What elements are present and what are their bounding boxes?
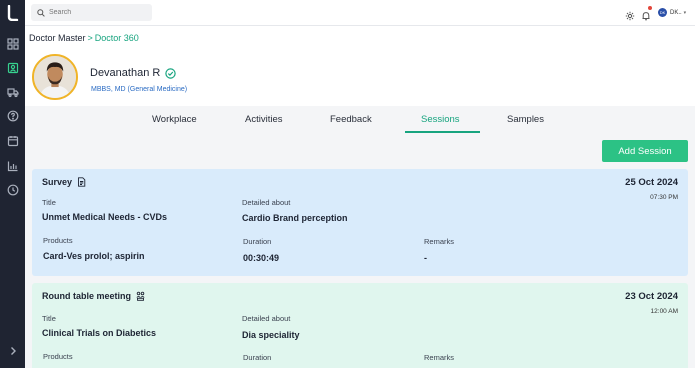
chart-icon[interactable] — [6, 159, 19, 172]
products-label: Products — [43, 236, 73, 245]
tab-bar: Workplace Activities Feedback Sessions S… — [25, 106, 695, 133]
session-remarks: - — [424, 253, 427, 263]
search-input[interactable] — [49, 9, 149, 16]
session-type-label: Survey — [42, 177, 73, 187]
search-icon — [37, 8, 45, 17]
session-detailed-about: Cardio Brand perception — [242, 213, 348, 223]
active-tab-indicator — [405, 131, 480, 133]
doctor-icon[interactable] — [6, 61, 19, 74]
session-time: 12:00 AM — [650, 308, 678, 315]
user-avatar: DK — [658, 8, 667, 17]
breadcrumb-separator: > — [87, 33, 93, 43]
session-date: 25 Oct 2024 — [625, 177, 678, 188]
add-session-button[interactable]: Add Session — [602, 140, 688, 162]
session-products: Card-Ves prolol; aspirin — [43, 251, 145, 261]
title-label: Title — [42, 198, 56, 207]
session-duration: 00:30:49 — [243, 253, 280, 263]
truck-icon[interactable] — [6, 85, 19, 98]
remarks-label: Remarks — [424, 237, 455, 246]
tab-samples[interactable]: Samples — [507, 114, 544, 125]
doctor-avatar — [32, 54, 78, 100]
top-bar: DK DK.. ▾ — [25, 0, 695, 26]
session-time: 07:30 PM — [650, 194, 678, 201]
user-menu[interactable]: DK DK.. ▾ — [658, 8, 686, 17]
doctor-name-row: Devanathan R — [90, 67, 177, 79]
session-type-label: Round table meeting — [42, 291, 132, 301]
tab-activities[interactable]: Activities — [245, 114, 282, 125]
document-icon — [78, 177, 86, 187]
session-card[interactable]: Round table meeting 23 Oct 2024 12:00 AM… — [32, 283, 688, 368]
session-type: Survey — [42, 177, 86, 187]
session-card[interactable]: Survey 25 Oct 2024 07:30 PM Title Unmet … — [32, 169, 688, 276]
breadcrumb-current: Doctor 360 — [94, 33, 139, 43]
dashboard-icon[interactable] — [6, 37, 19, 50]
search-box[interactable] — [31, 4, 152, 21]
verified-check-icon — [165, 67, 177, 79]
duration-label: Duration — [243, 237, 272, 246]
tab-sessions[interactable]: Sessions — [421, 114, 460, 125]
calendar-icon[interactable] — [6, 134, 19, 147]
session-title: Unmet Medical Needs - CVDs — [42, 212, 168, 222]
session-detailed-about: Dia speciality — [242, 330, 300, 340]
doctor-header: Doctor Master > Doctor 360 Devanathan R MB… — [25, 26, 695, 106]
session-type: Round table meeting — [42, 291, 145, 301]
session-title: Clinical Trials on Diabetics — [42, 328, 157, 338]
doctor-degree: MBBS, MD (General Medicine) — [91, 86, 188, 93]
duration-label: Duration — [243, 353, 272, 362]
session-date: 23 Oct 2024 — [625, 291, 678, 302]
title-label: Title — [42, 314, 56, 323]
chevron-right-icon[interactable] — [6, 344, 19, 357]
breadcrumb: Doctor Master > Doctor 360 — [29, 33, 139, 43]
user-name: DK.. — [670, 9, 682, 16]
tab-workplace[interactable]: Workplace — [152, 114, 197, 125]
products-label: Products — [43, 352, 73, 361]
meeting-icon — [136, 291, 145, 301]
sidebar — [0, 0, 25, 368]
notification-dot — [648, 6, 652, 10]
remarks-label: Remarks — [424, 353, 455, 362]
detailed-about-label: Detailed about — [242, 198, 291, 207]
tab-feedback[interactable]: Feedback — [330, 114, 372, 125]
settings-icon[interactable] — [625, 8, 635, 21]
logo-icon[interactable] — [5, 5, 20, 21]
doctor-name: Devanathan R — [90, 67, 161, 79]
breadcrumb-root[interactable]: Doctor Master — [29, 33, 86, 43]
clock-icon[interactable] — [6, 183, 19, 196]
notification-bell-icon[interactable] — [641, 6, 652, 21]
chevron-down-icon: ▾ — [683, 9, 687, 16]
help-icon[interactable] — [6, 109, 19, 122]
detailed-about-label: Detailed about — [242, 314, 291, 323]
